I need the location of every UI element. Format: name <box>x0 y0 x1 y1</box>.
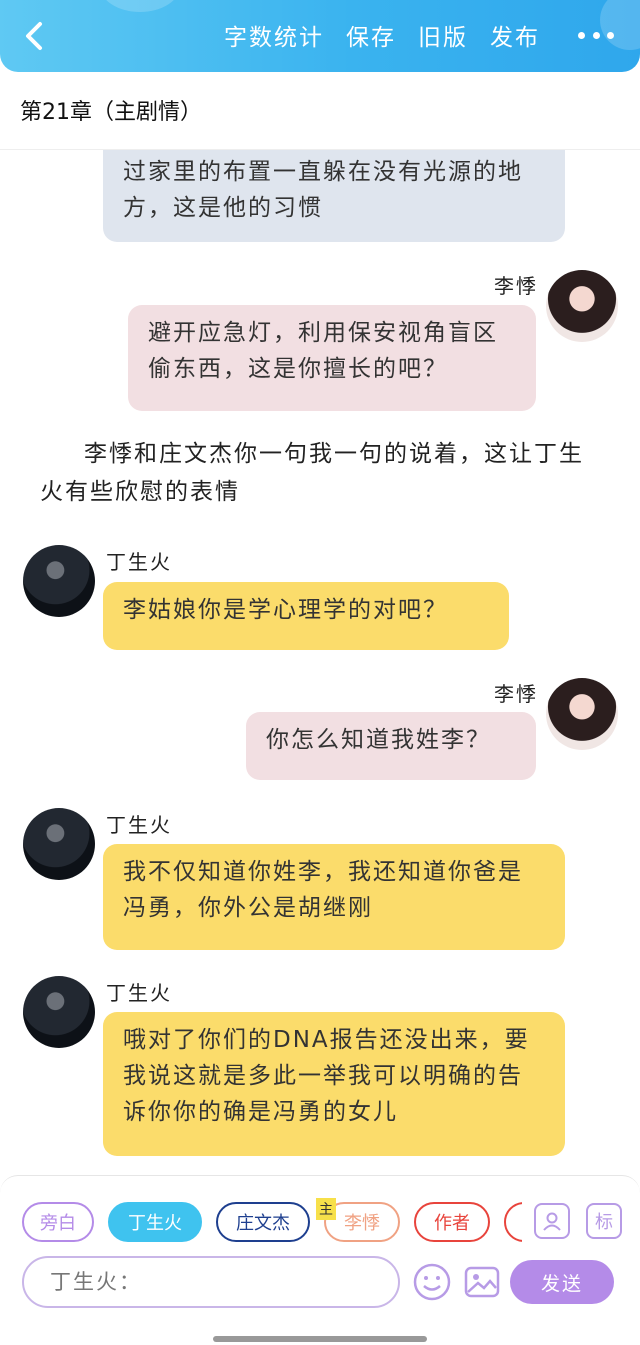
role-chip-more[interactable] <box>504 1202 522 1242</box>
role-chip-label: 作者 <box>434 1213 470 1234</box>
image-icon[interactable] <box>462 1262 502 1302</box>
speaker-name: 李悸 <box>494 274 538 298</box>
top-actions: 字数统计 保存 旧版 发布 <box>224 18 540 52</box>
tag-icon: 标 <box>595 1212 613 1233</box>
role-chip-label: 庄文杰 <box>236 1213 290 1234</box>
narration-text[interactable]: 李悸和庄文杰你一句我一句的说着，这让丁生火有些欣慰的表情 <box>40 435 600 511</box>
speaker-name: 丁生火 <box>106 813 172 837</box>
message-text: 我不仅知道你姓李，我还知道你爸是冯勇，你外公是胡继刚 <box>123 859 523 921</box>
role-chip-zhuang[interactable]: 庄文杰 <box>216 1202 310 1242</box>
message-bubble[interactable]: 过家里的布置一直躲在没有光源的地方，这是他的习惯 <box>103 150 565 242</box>
message-bubble[interactable]: 你怎么知道我姓李？ <box>246 712 536 780</box>
message-bubble[interactable]: 避开应急灯，利用保安视角盲区偷东西，这是你擅长的吧？ <box>128 305 536 411</box>
speaker-name: 李悸 <box>494 682 538 706</box>
message-input[interactable]: 丁生火： <box>22 1256 400 1308</box>
send-button-label: 发送 <box>540 1272 583 1295</box>
avatar[interactable] <box>23 545 95 617</box>
message-text: 过家里的布置一直躲在没有光源的地方，这是他的习惯 <box>123 159 523 221</box>
message-bubble[interactable]: 哦对了你们的DNA报告还没出来，要我说这就是多此一举我可以明确的告诉你你的确是冯… <box>103 1012 565 1156</box>
more-icon[interactable] <box>578 28 614 42</box>
top-bar: 字数统计 保存 旧版 发布 <box>0 0 640 72</box>
back-icon[interactable] <box>18 18 54 54</box>
avatar[interactable] <box>546 270 618 342</box>
role-chip-author[interactable]: 作者 <box>414 1202 490 1242</box>
chat-area[interactable]: 过家里的布置一直躲在没有光源的地方，这是他的习惯 李悸 避开应急灯，利用保安视角… <box>0 150 640 1175</box>
chapter-bar: 第21章（主剧情） <box>0 72 640 150</box>
emoji-icon[interactable] <box>412 1262 452 1302</box>
message-text: 你怎么知道我姓李？ <box>266 727 491 753</box>
chapter-title[interactable]: 第21章（主剧情） <box>20 94 202 126</box>
role-chip-label: 丁生火 <box>128 1213 182 1234</box>
publish-button[interactable]: 发布 <box>490 18 540 52</box>
old-version-button[interactable]: 旧版 <box>418 18 468 52</box>
send-button[interactable]: 发送 <box>510 1260 614 1304</box>
tag-button[interactable]: 标 <box>586 1203 622 1239</box>
speaker-name: 丁生火 <box>106 550 172 574</box>
message-text: 李姑娘你是学心理学的对吧？ <box>123 597 448 623</box>
message-bubble[interactable]: 李姑娘你是学心理学的对吧？ <box>103 582 509 650</box>
avatar[interactable] <box>546 678 618 750</box>
home-indicator <box>213 1336 427 1342</box>
save-button[interactable]: 保存 <box>346 18 396 52</box>
role-chip-ding[interactable]: 丁生火 <box>108 1202 202 1242</box>
role-chip-narrator[interactable]: 旁白 <box>22 1202 94 1242</box>
avatar[interactable] <box>23 976 95 1048</box>
speaker-prefix: 丁生火： <box>50 1270 142 1294</box>
role-selector: 旁白 丁生火 庄文杰 李悸 作者 <box>22 1202 522 1246</box>
message-text: 避开应急灯，利用保安视角盲区偷东西，这是你擅长的吧？ <box>148 320 498 382</box>
main-role-badge: 主 <box>316 1198 336 1220</box>
person-icon <box>543 1212 561 1231</box>
avatar[interactable] <box>23 808 95 880</box>
speaker-name: 丁生火 <box>106 981 172 1005</box>
role-manage-button[interactable] <box>534 1203 570 1239</box>
message-text: 哦对了你们的DNA报告还没出来，要我说这就是多此一举我可以明确的告诉你你的确是冯… <box>123 1027 530 1125</box>
role-chip-label: 李悸 <box>344 1213 380 1234</box>
word-count-button[interactable]: 字数统计 <box>224 18 324 52</box>
role-chip-label: 旁白 <box>40 1213 76 1234</box>
message-bubble[interactable]: 我不仅知道你姓李，我还知道你爸是冯勇，你外公是胡继刚 <box>103 844 565 950</box>
